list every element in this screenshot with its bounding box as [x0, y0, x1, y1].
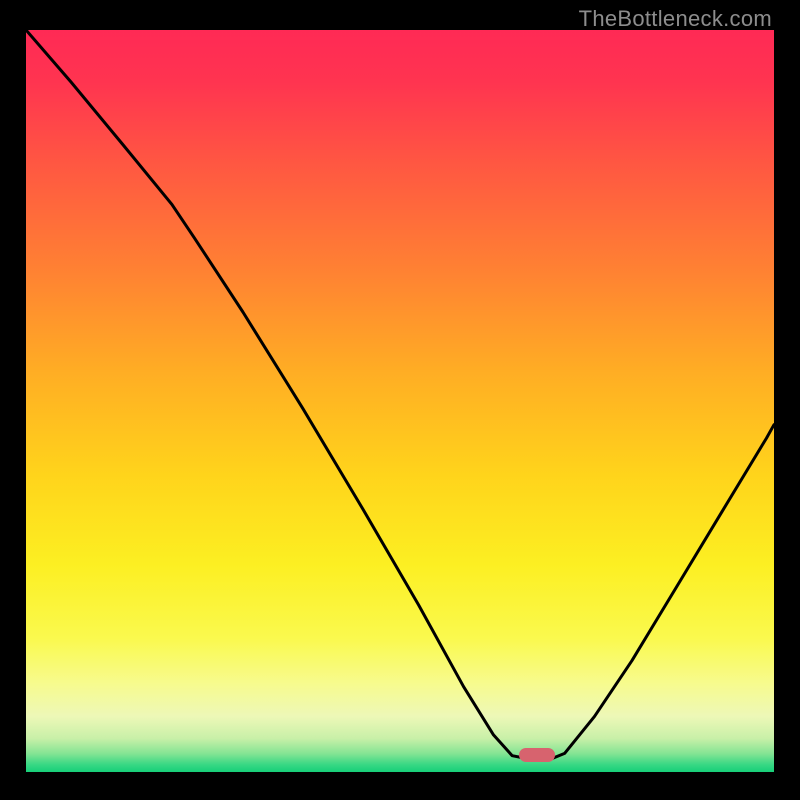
- optimal-marker: [519, 748, 555, 762]
- bottleneck-curve: [26, 30, 774, 772]
- watermark-text: TheBottleneck.com: [579, 6, 772, 32]
- plot-area: [26, 30, 774, 772]
- chart-frame: TheBottleneck.com: [0, 0, 800, 800]
